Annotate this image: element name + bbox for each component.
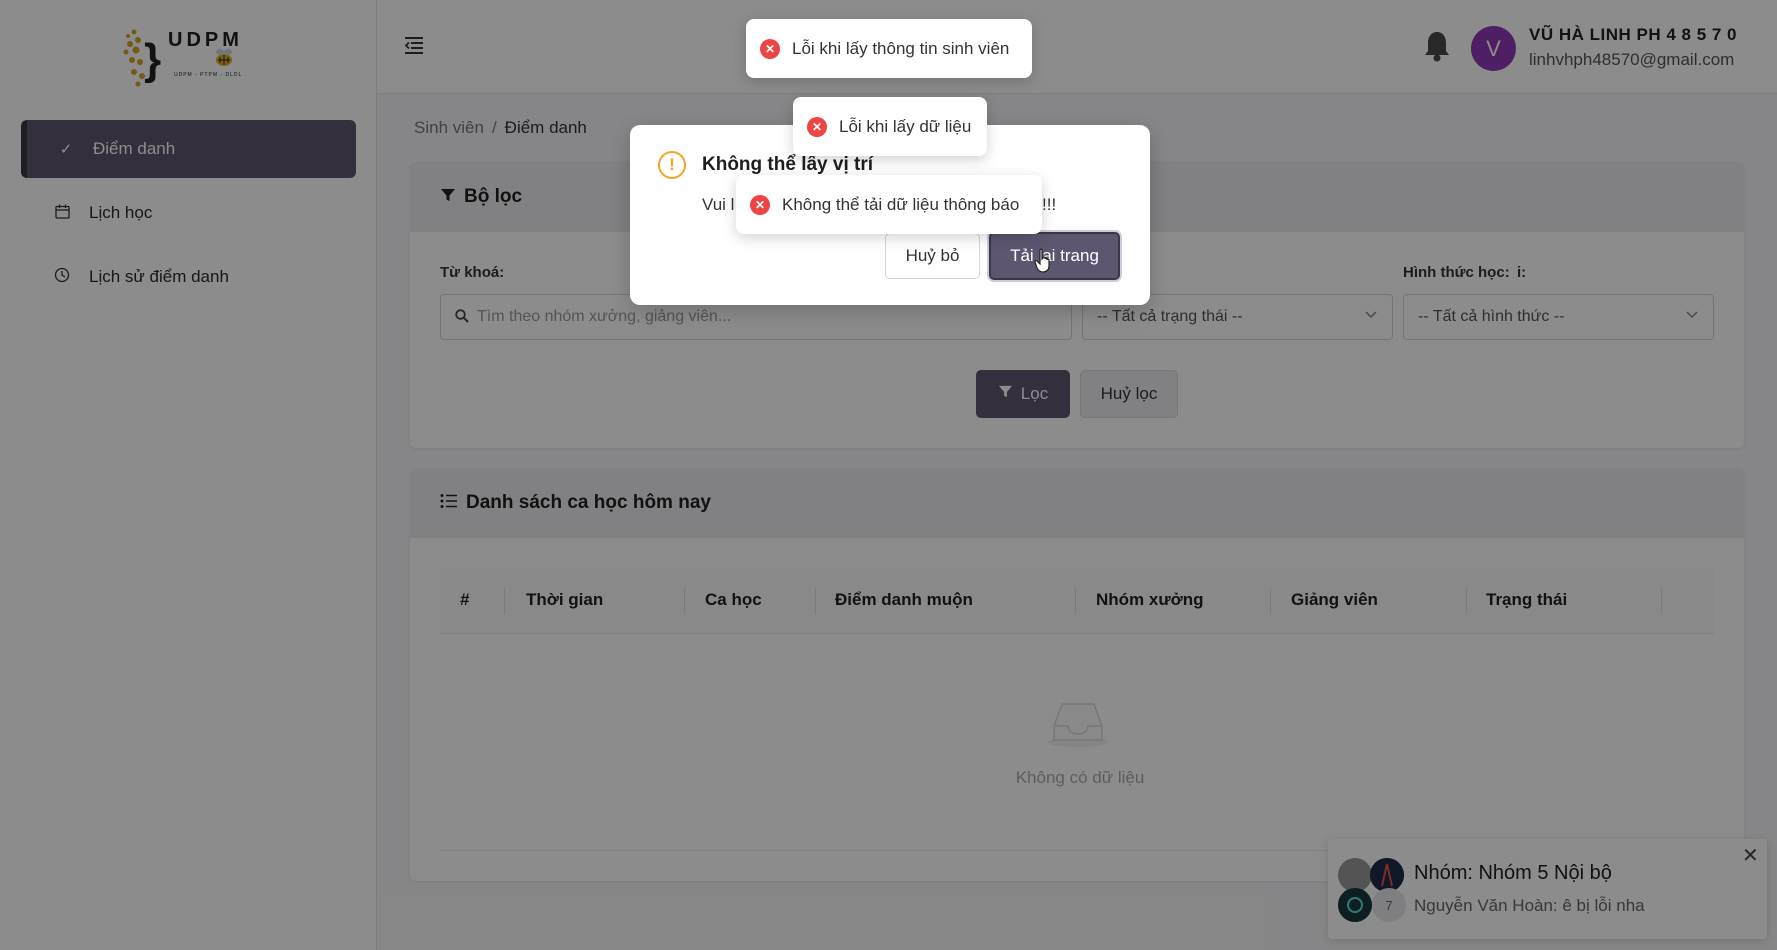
dialog-title: Không thể lấy vị trí	[702, 154, 874, 175]
error-icon: ✕	[807, 116, 827, 137]
cancel-button[interactable]: Huỷ bỏ	[885, 233, 980, 279]
error-icon: ✕	[760, 38, 780, 59]
dialog-body-end: !!!	[1042, 195, 1057, 214]
reload-page-button[interactable]: Tải lại trang	[989, 232, 1120, 280]
toast-message: Không thể tải dữ liệu thông báo	[782, 194, 1020, 214]
warning-icon: !	[658, 151, 686, 179]
dialog-body: Vui l	[702, 195, 735, 214]
error-icon: ✕	[750, 194, 770, 215]
toast-error: ✕ Lỗi khi lấy thông tin sinh viên	[746, 19, 1032, 78]
toast-message: Lỗi khi lấy dữ liệu	[839, 116, 972, 136]
toast-message: Lỗi khi lấy thông tin sinh viên	[792, 38, 1010, 58]
toast-error: ✕ Lỗi khi lấy dữ liệu	[793, 97, 987, 156]
hand-cursor-icon	[1034, 248, 1054, 274]
toast-error: ✕ Không thể tải dữ liệu thông báo	[736, 175, 1042, 234]
